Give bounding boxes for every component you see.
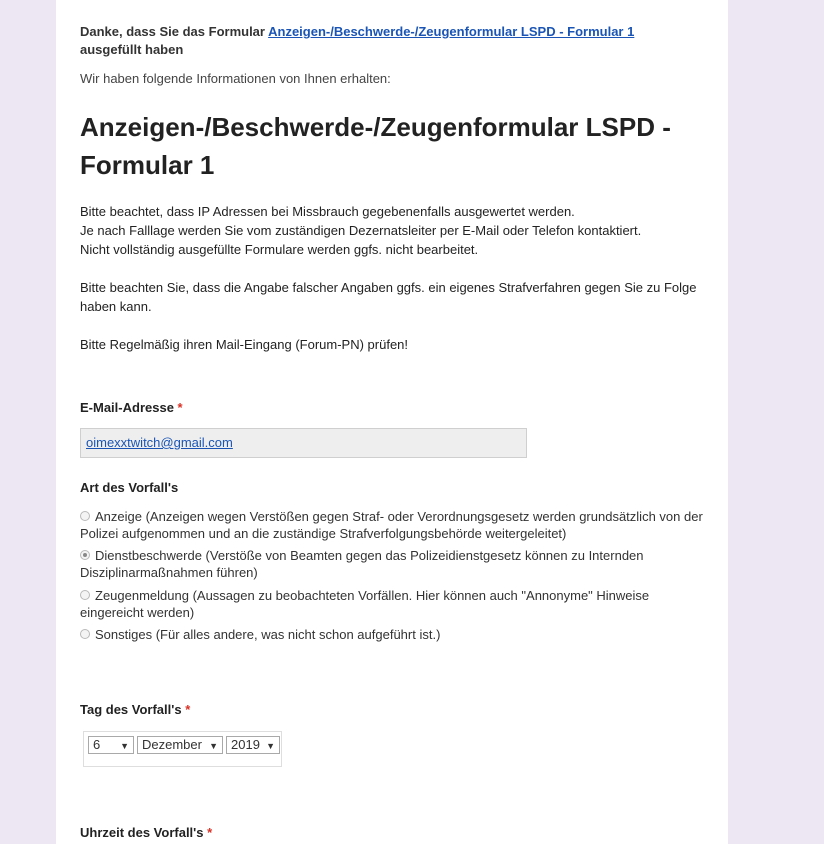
form-title: Anzeigen-/Beschwerde-/Zeugenformular LSP… <box>80 112 671 180</box>
required-marker: * <box>207 825 213 840</box>
email-label-text: E-Mail-Adresse <box>80 400 174 415</box>
chevron-down-icon: ▼ <box>120 741 129 751</box>
year-select[interactable]: 2019 ▼ <box>226 736 280 754</box>
radio-option-dienstbeschwerde[interactable]: Dienstbeschwerde (Verstöße von Beamten g… <box>80 547 710 581</box>
confirmation-suffix: ausgefüllt haben <box>80 42 184 57</box>
description-mail-notice: Bitte Regelmäßig ihren Mail-Eingang (For… <box>80 337 409 352</box>
form-link[interactable]: Anzeigen-/Beschwerde-/Zeugenformular LSP… <box>268 24 634 39</box>
year-value: 2019 <box>231 737 260 752</box>
email-value[interactable]: oimexxtwitch@gmail.com <box>86 435 233 450</box>
day-select[interactable]: 6 ▼ <box>88 736 134 754</box>
radio-option-zeugenmeldung[interactable]: Zeugenmeldung (Aussagen zu beobachteten … <box>80 587 710 621</box>
radio-button[interactable] <box>80 590 90 600</box>
radio-option-label: Anzeige (Anzeigen wegen Verstößen gegen … <box>80 509 703 541</box>
chevron-down-icon: ▼ <box>266 741 275 751</box>
description-line: Nicht vollständig ausgefüllte Formulare … <box>80 242 479 257</box>
radio-option-anzeige[interactable]: Anzeige (Anzeigen wegen Verstößen gegen … <box>80 508 710 542</box>
incident-date-label: Tag des Vorfall's * <box>80 702 190 717</box>
description-line: Bitte beachtet, dass IP Adressen bei Mis… <box>80 204 575 219</box>
incident-type-label: Art des Vorfall's <box>80 480 179 495</box>
email-label: E-Mail-Adresse * <box>80 400 183 415</box>
description-warning: Bitte beachten Sie, dass die Angabe fals… <box>80 280 697 314</box>
email-field: oimexxtwitch@gmail.com <box>80 428 527 458</box>
description-line: Je nach Falllage werden Sie vom zuständi… <box>80 223 642 238</box>
confirmation-prefix: Danke, dass Sie das Formular <box>80 24 265 39</box>
incident-time-label-text: Uhrzeit des Vorfall's <box>80 825 204 840</box>
radio-button[interactable] <box>80 629 90 639</box>
date-picker: 6 ▼ Dezember ▼ 2019 ▼ <box>83 731 282 767</box>
radio-option-label: Sonstiges (Für alles andere, was nicht s… <box>95 627 441 642</box>
incident-time-label: Uhrzeit des Vorfall's * <box>80 825 212 840</box>
confirmation-message: Danke, dass Sie das Formular Anzeigen-/B… <box>80 23 680 59</box>
radio-button-selected[interactable] <box>80 550 90 560</box>
form-description: Bitte beachtet, dass IP Adressen bei Mis… <box>80 202 710 259</box>
form-page: Danke, dass Sie das Formular Anzeigen-/B… <box>56 0 728 844</box>
radio-option-label: Zeugenmeldung (Aussagen zu beobachteten … <box>80 588 650 620</box>
radio-option-sonstiges[interactable]: Sonstiges (Für alles andere, was nicht s… <box>80 626 710 643</box>
radio-button[interactable] <box>80 511 90 521</box>
radio-option-label: Dienstbeschwerde (Verstöße von Beamten g… <box>80 548 644 580</box>
month-value: Dezember <box>142 737 202 752</box>
received-text: Wir haben folgende Informationen von Ihn… <box>80 71 391 86</box>
required-marker: * <box>177 400 183 415</box>
day-value: 6 <box>93 737 101 752</box>
incident-date-label-text: Tag des Vorfall's <box>80 702 182 717</box>
chevron-down-icon: ▼ <box>209 741 218 751</box>
required-marker: * <box>185 702 191 717</box>
month-select[interactable]: Dezember ▼ <box>137 736 223 754</box>
